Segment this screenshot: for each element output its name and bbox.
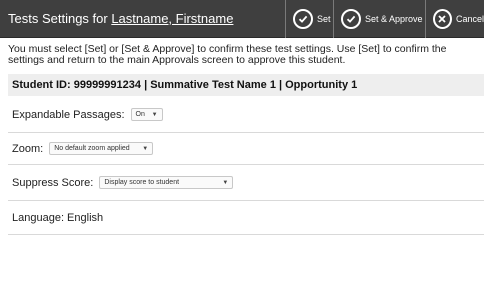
setting-row-suppress-score: Suppress Score: Display score to student…	[8, 165, 484, 201]
chevron-down-icon: ▼	[151, 111, 158, 118]
close-circle-icon	[433, 9, 452, 29]
setting-row-language: Language: English	[8, 201, 484, 235]
set-and-approve-button-label: Set & Approve	[365, 14, 423, 24]
setting-row-expandable-passages: Expandable Passages: On ▼	[8, 97, 484, 133]
title-prefix: Tests Settings for	[8, 11, 112, 26]
cancel-button[interactable]: Cancel	[425, 0, 484, 38]
zoom-value: No default zoom applied	[54, 145, 130, 152]
set-button-label: Set	[317, 14, 331, 24]
set-and-approve-button[interactable]: Set & Approve	[333, 0, 425, 38]
zoom-label: Zoom:	[12, 142, 44, 155]
setting-row-zoom: Zoom: No default zoom applied ▼	[8, 133, 484, 165]
chevron-down-icon: ▼	[142, 145, 149, 152]
suppress-score-label: Suppress Score:	[12, 176, 94, 189]
suppress-score-select[interactable]: Display score to student ▼	[99, 176, 234, 189]
check-circle-icon	[341, 9, 361, 29]
set-button[interactable]: Set	[285, 0, 333, 38]
zoom-select[interactable]: No default zoom applied ▼	[49, 142, 154, 155]
suppress-score-value: Display score to student	[104, 179, 180, 186]
cancel-button-label: Cancel	[455, 14, 484, 24]
language-label: Language: English	[12, 211, 104, 224]
expandable-passages-value: On	[135, 111, 145, 118]
check-circle-icon	[293, 9, 313, 29]
expandable-passages-select[interactable]: On ▼	[130, 108, 163, 121]
instructions-text: You must select [Set] or [Set & Approve]…	[8, 43, 447, 66]
expandable-passages-label: Expandable Passages:	[12, 108, 125, 121]
dialog-header: Tests Settings for Lastname, Firstname S…	[0, 0, 484, 38]
student-name-link[interactable]: Lastname, Firstname	[111, 11, 233, 26]
dialog-title: Tests Settings for Lastname, Firstname	[8, 11, 233, 26]
chevron-down-icon: ▼	[222, 179, 229, 186]
student-info-bar: Student ID: 99999991234 | Summative Test…	[8, 74, 484, 96]
